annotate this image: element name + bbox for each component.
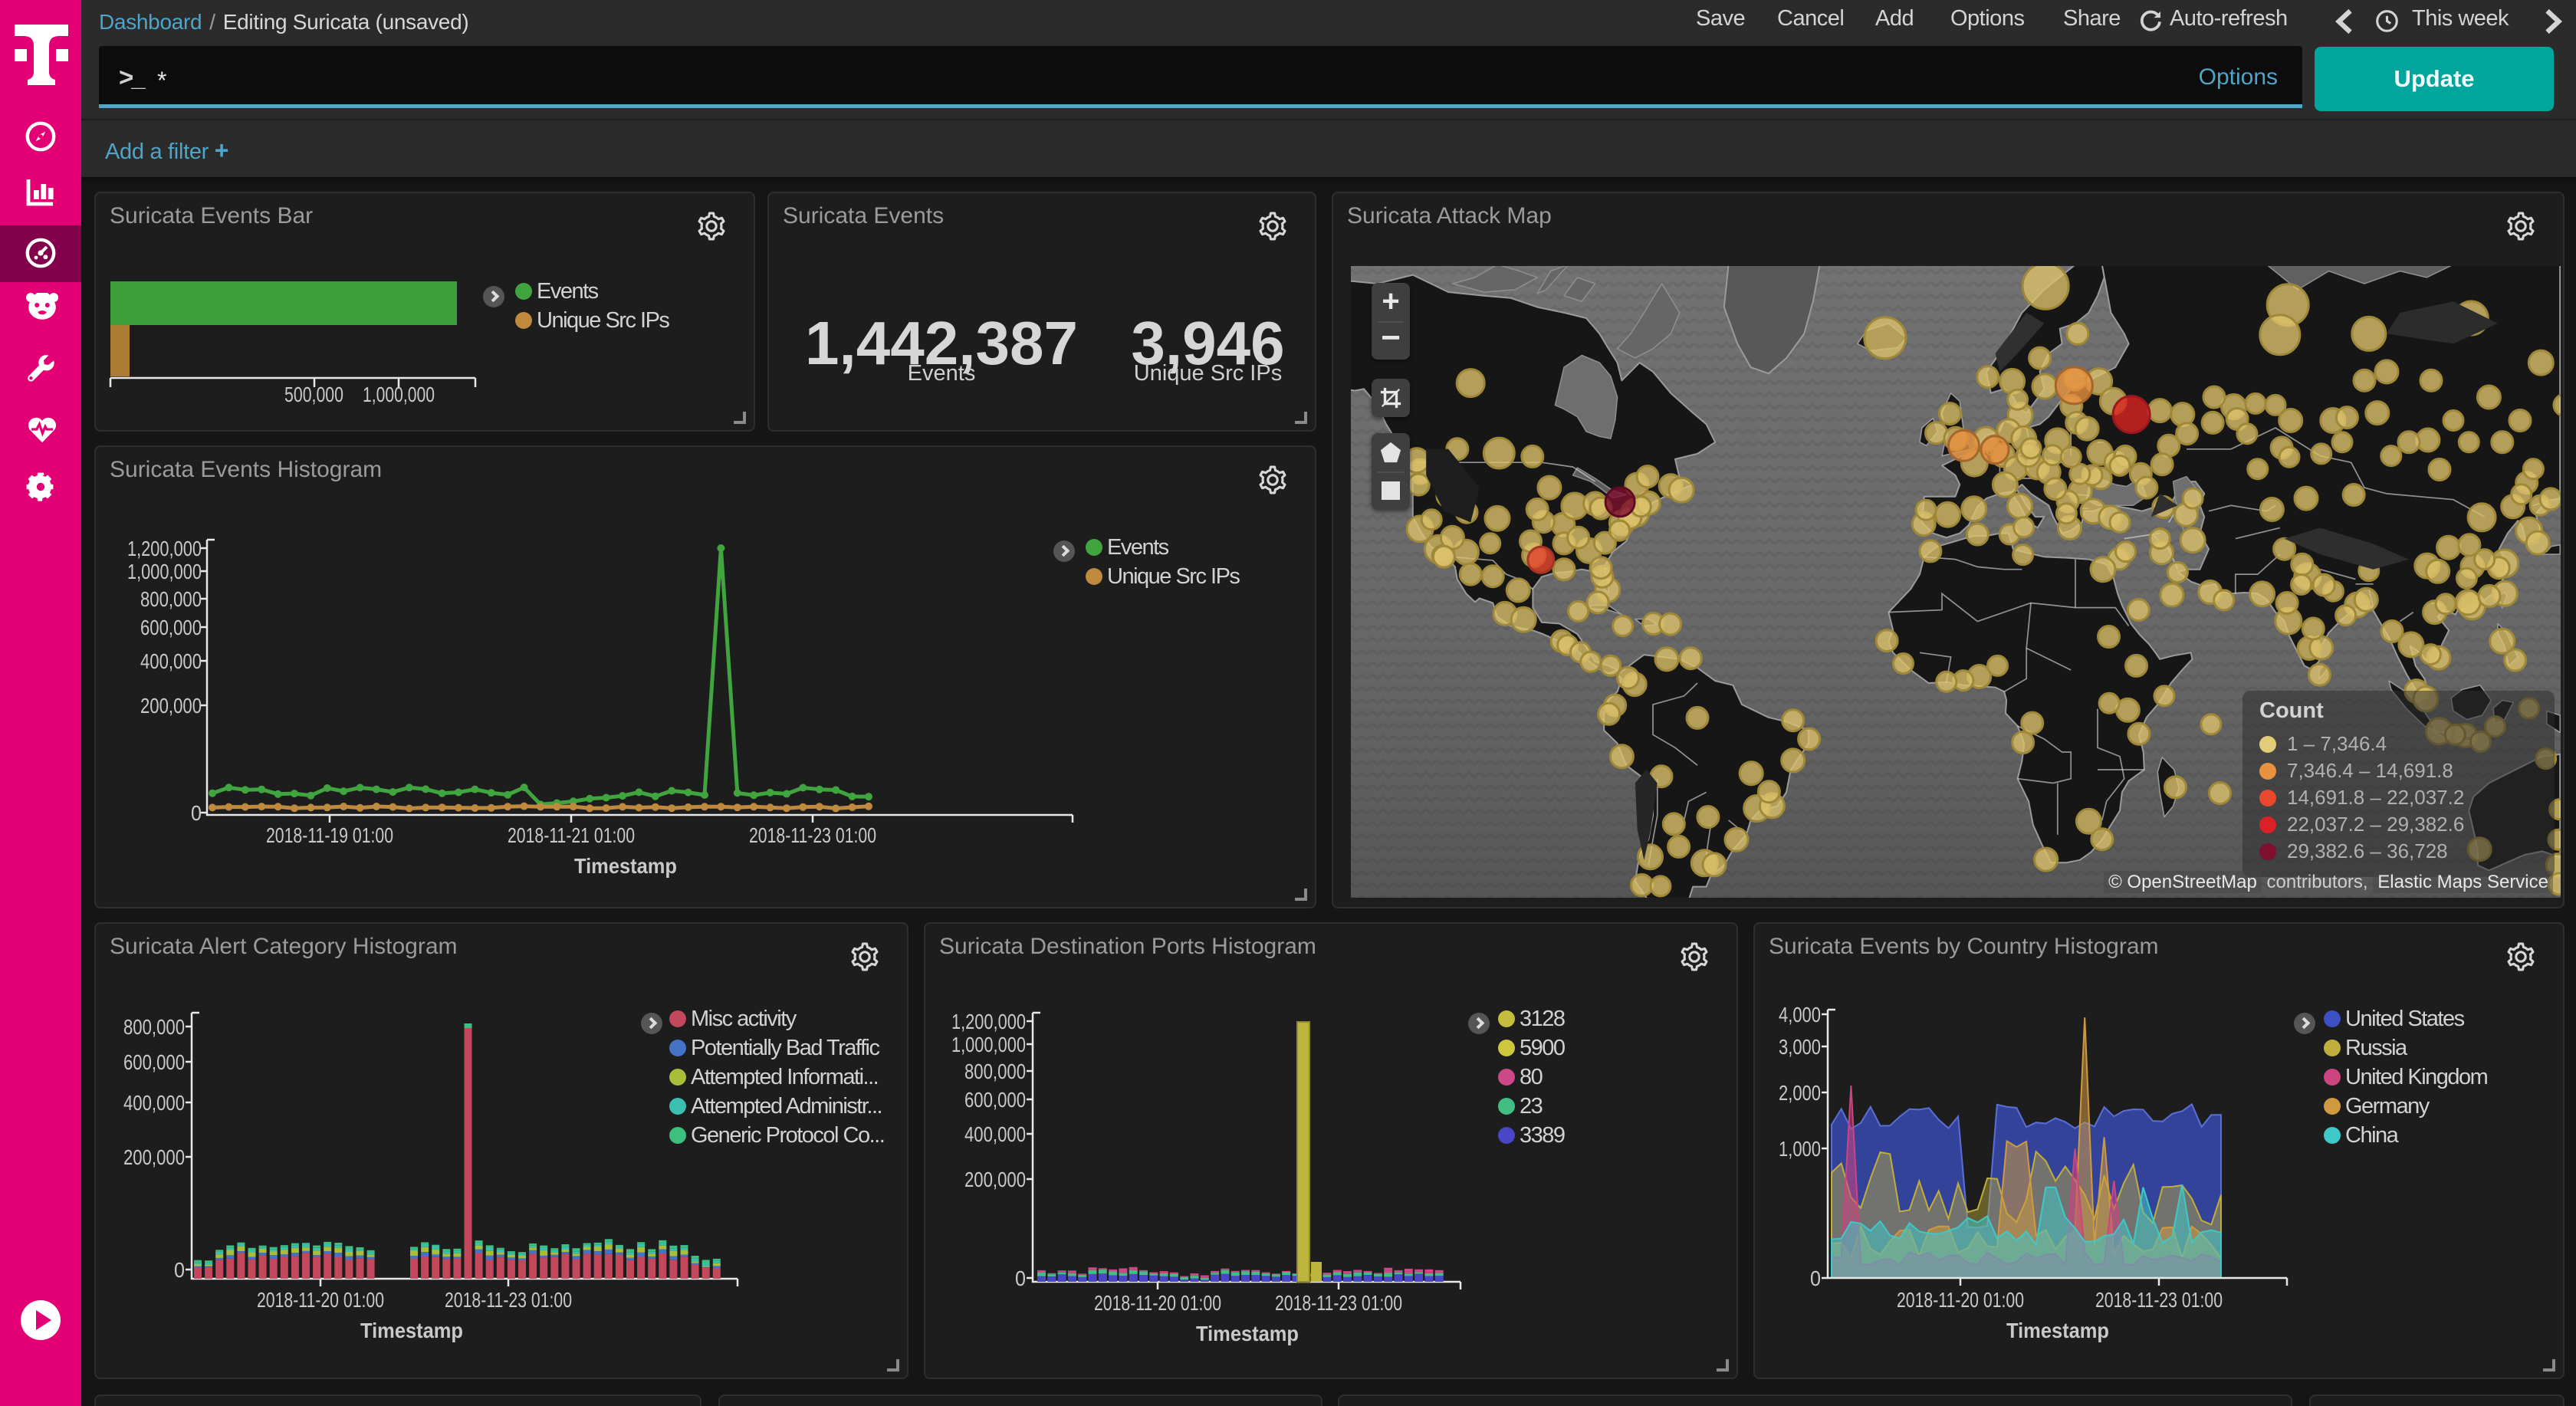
- svg-text:Timestamp: Timestamp: [1196, 1322, 1299, 1345]
- svg-text:3,000: 3,000: [1779, 1035, 1821, 1059]
- svg-text:2018-11-19 01:00: 2018-11-19 01:00: [266, 823, 393, 847]
- svg-text:600,000: 600,000: [140, 616, 202, 639]
- svg-text:1,000,000: 1,000,000: [127, 560, 202, 583]
- svg-text:1,000: 1,000: [1779, 1137, 1821, 1161]
- svg-text:200,000: 200,000: [140, 694, 202, 718]
- svg-text:2018-11-21 01:00: 2018-11-21 01:00: [508, 823, 635, 847]
- svg-text:800,000: 800,000: [140, 587, 202, 611]
- svg-text:0: 0: [174, 1258, 185, 1282]
- svg-text:4,000: 4,000: [1779, 1003, 1821, 1027]
- svg-text:600,000: 600,000: [964, 1088, 1026, 1112]
- svg-text:500,000: 500,000: [284, 383, 343, 406]
- svg-text:0: 0: [1810, 1266, 1821, 1290]
- svg-text:2018-11-23 01:00: 2018-11-23 01:00: [445, 1288, 572, 1312]
- svg-text:2018-11-20 01:00: 2018-11-20 01:00: [1094, 1291, 1221, 1315]
- svg-text:400,000: 400,000: [140, 649, 202, 673]
- svg-text:2018-11-23 01:00: 2018-11-23 01:00: [1275, 1291, 1402, 1315]
- svg-text:1,200,000: 1,200,000: [127, 537, 202, 560]
- svg-text:Timestamp: Timestamp: [360, 1319, 463, 1342]
- svg-text:0: 0: [191, 801, 202, 825]
- svg-text:Timestamp: Timestamp: [2006, 1319, 2109, 1342]
- svg-text:200,000: 200,000: [123, 1145, 185, 1169]
- svg-text:400,000: 400,000: [964, 1122, 1026, 1146]
- svg-text:1,000,000: 1,000,000: [363, 383, 435, 406]
- svg-text:2018-11-20 01:00: 2018-11-20 01:00: [1897, 1288, 2024, 1312]
- svg-text:0: 0: [1015, 1266, 1026, 1290]
- svg-text:200,000: 200,000: [964, 1168, 1026, 1191]
- svg-text:600,000: 600,000: [123, 1050, 185, 1074]
- svg-text:2018-11-23 01:00: 2018-11-23 01:00: [749, 823, 876, 847]
- svg-text:2,000: 2,000: [1779, 1081, 1821, 1105]
- svg-text:2018-11-20 01:00: 2018-11-20 01:00: [257, 1288, 384, 1312]
- svg-text:800,000: 800,000: [123, 1015, 185, 1039]
- svg-text:Timestamp: Timestamp: [574, 854, 677, 878]
- svg-text:1,200,000: 1,200,000: [951, 1010, 1026, 1033]
- svg-text:400,000: 400,000: [123, 1091, 185, 1115]
- svg-text:2018-11-23 01:00: 2018-11-23 01:00: [2095, 1288, 2223, 1312]
- svg-text:800,000: 800,000: [964, 1059, 1026, 1083]
- svg-text:1,000,000: 1,000,000: [951, 1033, 1026, 1056]
